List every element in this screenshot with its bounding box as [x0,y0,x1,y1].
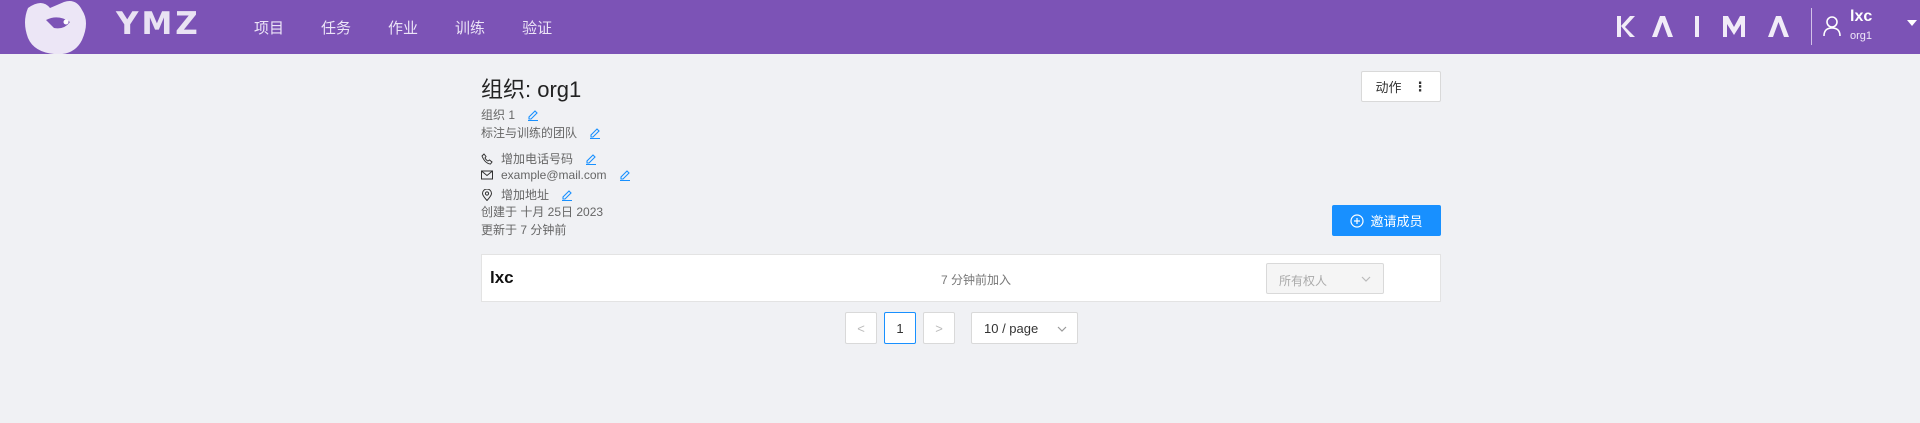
org-display-name: 组织 1 [481,108,516,122]
member-name: lxc [490,268,514,287]
user-org: org1 [1850,30,1873,42]
page-size-value: 10 / page [984,321,1039,336]
page-size-select[interactable]: 10 / page [971,312,1078,344]
org-email-row: example@mail.com [481,168,631,182]
org-address: 增加地址 [501,188,550,202]
edit-icon[interactable] [585,153,597,165]
org-created: 创建于 十月 25日 2023 [481,205,604,219]
nav-validation[interactable]: 验证 [522,17,552,38]
actions-label: 动作 [1375,80,1402,95]
nav-training[interactable]: 训练 [455,17,485,38]
role-select-value: 所有权人 [1279,274,1328,288]
org-phone-row: 增加电话号码 [481,150,597,167]
pagination-prev-button[interactable]: < [845,312,877,344]
edit-icon[interactable] [589,127,601,139]
invite-members-button[interactable]: 邀请成员 [1332,205,1441,236]
user-name: lxc [1850,8,1873,25]
page-number: 1 [896,320,904,336]
nav-tasks[interactable]: 任务 [321,17,351,38]
phone-icon [481,152,493,165]
chevron-left-icon: < [857,320,865,336]
nav-projects[interactable]: 项目 [254,17,284,38]
org-description-row: 标注与训练的团队 [481,124,601,141]
chevron-down-icon [1361,276,1371,282]
member-joined: 7 分钟前加入 [941,273,1012,287]
org-description: 标注与训练的团队 [481,126,578,140]
user-icon [1823,16,1841,37]
more-vertical-icon: ⋮ [1413,78,1427,94]
chevron-down-icon [1057,326,1067,332]
user-menu[interactable]: lxc org1 [1822,0,1920,54]
role-select[interactable]: 所有权人 [1266,263,1384,294]
edit-icon[interactable] [527,109,539,121]
logo-text: YMZ [116,6,201,42]
invite-label: 邀请成员 [1370,214,1423,229]
org-email: example@mail.com [501,168,607,182]
pagination-next-button[interactable]: > [923,312,955,344]
nav-jobs[interactable]: 作业 [388,17,418,38]
org-updated: 更新于 7 分钟前 [481,223,567,237]
edit-icon[interactable] [619,169,631,181]
org-display-name-row: 组织 1 [481,106,539,123]
top-navbar: YMZ 项目 任务 作业 训练 验证 lxc org1 [0,0,1920,54]
edit-icon[interactable] [561,189,573,201]
location-icon [481,188,493,201]
page-title: 组织: org1 [481,77,582,102]
logo[interactable]: YMZ [24,0,198,54]
main-nav: 项目 任务 作业 训练 验证 [254,0,589,54]
header-divider [1811,8,1812,45]
actions-button[interactable]: 动作 ⋮ [1361,71,1441,102]
brand-logo [1615,13,1790,41]
chevron-right-icon: > [935,320,943,336]
caret-down-icon [1907,20,1917,26]
member-row: lxc 7 分钟前加入 所有权人 [481,254,1441,302]
mail-icon [481,169,493,181]
kaima-wordmark-icon [1617,16,1789,37]
plus-circle-icon [1350,213,1365,228]
pagination-page-1[interactable]: 1 [884,312,916,344]
org-address-row: 增加地址 [481,186,573,203]
mascot-logo-icon [25,1,86,54]
org-phone: 增加电话号码 [501,152,574,166]
